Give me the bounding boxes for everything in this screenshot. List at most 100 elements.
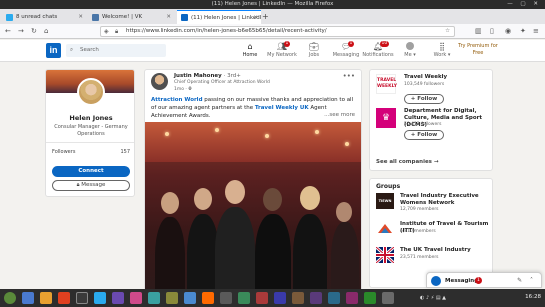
connection-degree: · 3rd+	[223, 73, 241, 79]
app-icon[interactable]	[256, 292, 268, 304]
group-logo[interactable]: TIEWN	[376, 193, 394, 209]
nav-label: Messaging	[332, 52, 360, 58]
chat-icon: 💬︎ 1	[340, 41, 354, 51]
forward-button[interactable]: →	[18, 26, 24, 37]
close-icon[interactable]: ✕	[253, 11, 258, 24]
window-controls[interactable]: — ▢ ✕	[507, 0, 541, 9]
app-icon[interactable]	[166, 292, 178, 304]
nav-my-network[interactable]: 👥︎ 1 My Network	[264, 41, 300, 58]
close-icon[interactable]: ✕	[78, 10, 83, 24]
close-icon[interactable]: ✕	[166, 10, 171, 24]
messaging-panel[interactable]: Messaging 1 ✎ ˄	[426, 272, 542, 288]
profile-name[interactable]: Helen Jones	[46, 114, 134, 122]
account-icon[interactable]: ◉	[505, 26, 511, 37]
reload-button[interactable]: ↻	[31, 26, 37, 37]
post-time-text: 1mo ·	[174, 87, 189, 92]
follow-button[interactable]: + Follow	[404, 130, 444, 140]
home-icon[interactable]: ⌂	[44, 26, 48, 37]
file-manager-icon[interactable]	[22, 292, 34, 304]
app-icon[interactable]	[148, 292, 160, 304]
start-menu-icon[interactable]	[4, 292, 16, 304]
url-bar[interactable]: ◈ 🔒︎ https://www.linkedin.com/in/helen-j…	[100, 26, 455, 37]
search-placeholder: Search	[80, 47, 99, 53]
browser-navbar: ← → ↻ ⌂ ◈ 🔒︎ https://www.linkedin.com/in…	[0, 24, 545, 39]
connect-button[interactable]: Connect	[52, 166, 130, 177]
photo-person	[215, 207, 255, 300]
telegram-icon[interactable]	[94, 292, 106, 304]
profile-title: Consular Manager - Germany Operations	[54, 124, 128, 137]
photo-person-head	[300, 186, 320, 210]
app-icon[interactable]	[328, 292, 340, 304]
photo-light	[315, 130, 319, 134]
nav-label: Me	[404, 52, 412, 58]
globe-icon: 🌐︎	[188, 87, 192, 92]
avatar	[431, 276, 441, 286]
grid-icon: ⣿	[439, 42, 445, 51]
star-icon[interactable]: ☆	[445, 27, 450, 36]
nav-label: Work	[433, 52, 447, 58]
message-button[interactable]: 🔒︎ Message	[52, 180, 130, 191]
extension-icon[interactable]: ✦	[520, 26, 526, 37]
nav-home[interactable]: ⌂ Home	[232, 42, 268, 58]
terminal-icon[interactable]	[76, 292, 88, 304]
group-members: 12,709 members	[400, 207, 439, 212]
app-icon[interactable]	[220, 292, 232, 304]
nav-work[interactable]: ⣿ Work ▾	[424, 42, 460, 58]
group-logo[interactable]	[376, 221, 394, 237]
sidebar-icon[interactable]: ▯	[490, 26, 494, 37]
mention-link[interactable]: Attraction World	[151, 97, 203, 103]
nav-messaging[interactable]: 💬︎ 1 Messaging	[328, 41, 364, 58]
app-icon[interactable]	[238, 292, 250, 304]
app-icon[interactable]	[310, 292, 322, 304]
see-more-link[interactable]: ...see more	[322, 112, 355, 118]
group-members: 23,571 members	[400, 255, 439, 260]
linkedin-logo[interactable]: in	[46, 43, 61, 58]
profile-avatar[interactable]	[77, 78, 105, 106]
mention-link[interactable]: Travel Weekly UK	[255, 105, 309, 111]
tab-strip: 8 unread chats ✕ Welcome! | VK ✕ (11) He…	[0, 9, 545, 24]
followers-label: Followers	[52, 149, 76, 155]
browser-icon[interactable]	[58, 292, 70, 304]
tab-vk[interactable]: Welcome! | VK ✕	[88, 10, 174, 24]
tab-linkedin[interactable]: (11) Helen Jones | LinkedIn ✕	[177, 10, 261, 24]
crown-icon[interactable]: ♛	[376, 108, 396, 128]
app-icon[interactable]	[274, 292, 286, 304]
post-photo[interactable]	[145, 122, 361, 300]
app-icon[interactable]	[364, 292, 376, 304]
new-tab-button[interactable]: +	[262, 10, 269, 24]
tab-label: Welcome! | VK	[102, 14, 143, 20]
folder-icon[interactable]	[40, 292, 52, 304]
tab-chats[interactable]: 8 unread chats ✕	[2, 10, 86, 24]
app-icon[interactable]	[292, 292, 304, 304]
search-input[interactable]: ⌕ Search	[66, 44, 166, 57]
follow-button[interactable]: + Follow	[404, 94, 444, 104]
group-logo[interactable]	[375, 245, 395, 265]
bell-icon: 🔔︎ 10	[372, 41, 389, 51]
nav-me[interactable]: Me ▾	[392, 42, 428, 58]
group-name[interactable]: Travel Industry Executive Womens Network	[400, 193, 490, 207]
more-options-icon[interactable]: •••	[343, 72, 355, 80]
clock[interactable]: 16:28	[525, 294, 541, 300]
app-icon[interactable]	[112, 292, 124, 304]
back-button[interactable]: ←	[5, 26, 11, 37]
nav-notifications[interactable]: 🔔︎ 10 Notifications	[360, 41, 396, 58]
firefox-icon[interactable]	[202, 292, 214, 304]
author-avatar[interactable]	[151, 73, 168, 90]
try-premium-link[interactable]: Try Premium for Free	[456, 43, 500, 57]
app-icon[interactable]	[130, 292, 142, 304]
messaging-controls[interactable]: ✎ ˄	[517, 276, 536, 286]
menu-icon[interactable]: ≡	[533, 26, 539, 37]
nav-jobs[interactable]: 💼︎ Jobs	[296, 42, 332, 58]
groups-title: Groups	[376, 183, 401, 190]
app-icon[interactable]	[346, 292, 358, 304]
travel-weekly-logo[interactable]: TRAVEL WEEKLY	[376, 74, 397, 94]
group-name[interactable]: The UK Travel Industry	[400, 247, 490, 254]
author-name-row[interactable]: Justin Mahoney · 3rd+	[174, 73, 241, 79]
chat-icon	[6, 13, 13, 21]
see-all-companies-link[interactable]: See all companies →	[376, 159, 438, 165]
company-name[interactable]: Travel Weekly	[404, 74, 492, 81]
library-icon[interactable]: ▥	[475, 26, 482, 37]
app-icon[interactable]	[382, 292, 394, 304]
tray-icons[interactable]: ◐ ♪ ⚡ ▤ ▲	[420, 294, 446, 302]
app-icon[interactable]	[184, 292, 196, 304]
